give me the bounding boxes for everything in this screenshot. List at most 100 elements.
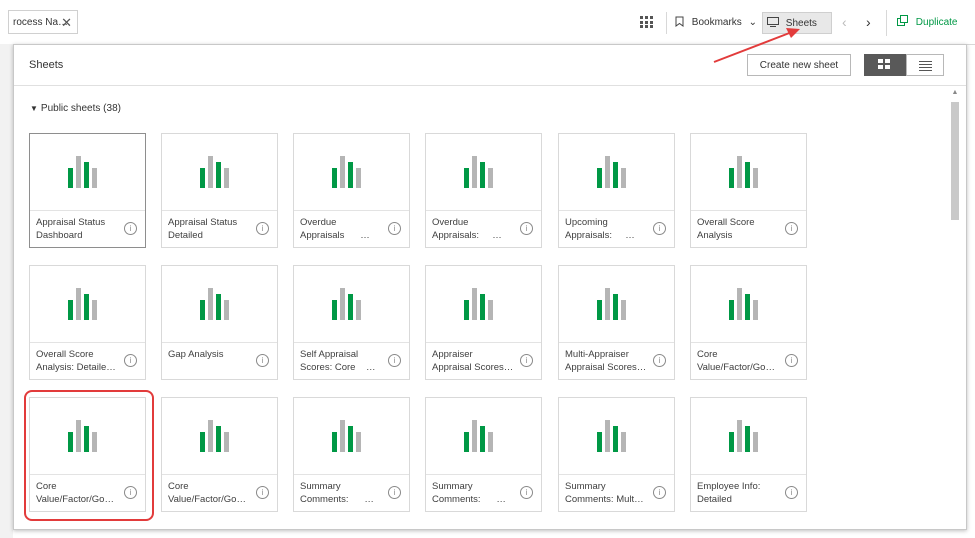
bar-chart-icon [200,288,240,320]
background-app-strip [0,44,13,538]
panel-title: Sheets [29,59,64,71]
previous-arrow-icon[interactable]: ‹ [842,14,847,30]
sheet-card[interactable]: Gap Analysis i [161,265,278,380]
bar-chart-icon [729,156,769,188]
sheet-card[interactable]: Summary Comments: Mult… i [558,397,675,512]
sheet-title: Self Appraisal Scores: Core … [300,349,376,373]
annotation-arrow [713,28,800,63]
info-icon[interactable]: i [785,222,798,235]
sheet-title: Employee Info: Detailed [697,481,761,505]
bar-chart-icon [200,420,240,452]
sheet-title: Overdue Appraisals: … [432,217,502,241]
close-icon[interactable]: ✕ [61,11,72,35]
bar-chart-icon [464,156,504,188]
sheet-thumbnail [162,134,277,211]
list-view-toggle[interactable] [906,54,944,76]
bar-chart-icon [332,156,372,188]
bar-chart-icon [729,288,769,320]
sheet-card[interactable]: Overdue Appraisals: … i [425,133,542,248]
bar-chart-icon [597,288,637,320]
info-icon[interactable]: i [520,222,533,235]
info-icon[interactable]: i [256,486,269,499]
info-icon[interactable]: i [256,222,269,235]
bar-chart-icon [464,420,504,452]
sheet-title: Upcoming Appraisals: … [565,217,635,241]
bar-chart-icon [200,156,240,188]
next-arrow-icon[interactable]: › [866,14,871,30]
info-icon[interactable]: i [388,354,401,367]
info-icon[interactable]: i [388,222,401,235]
sheet-thumbnail [294,134,409,211]
sheet-title: Appraisal Status Dashboard [36,217,106,241]
sheet-thumbnail [426,134,541,211]
sheet-card[interactable]: Overall Score Analysis: Detaile… i [29,265,146,380]
sheet-thumbnail [30,134,145,211]
sheet-card[interactable]: Upcoming Appraisals: … i [558,133,675,248]
sheet-thumbnail [559,266,674,343]
info-icon[interactable]: i [785,486,798,499]
info-icon[interactable]: i [520,486,533,499]
info-icon[interactable]: i [124,222,137,235]
sheet-card[interactable]: Appraiser Appraisal Scores… i [425,265,542,380]
info-icon[interactable]: i [124,354,137,367]
sheet-title: Summary Comments: … [432,481,506,505]
app-tab[interactable]: rocess Na… ✕ [8,10,78,34]
sheet-card[interactable]: Appraisal Status Detailed i [161,133,278,248]
sheet-title: Core Value/Factor/Go… [168,481,246,505]
sheet-card[interactable]: Overdue Appraisals … i [293,133,410,248]
info-icon[interactable]: i [256,354,269,367]
bar-chart-icon [729,420,769,452]
sheet-card[interactable]: Summary Comments: … i [293,397,410,512]
sheet-thumbnail [691,134,806,211]
info-icon[interactable]: i [785,354,798,367]
collapse-triangle-icon: ▼ [30,104,38,113]
sheet-thumbnail [30,266,145,343]
info-icon[interactable]: i [653,486,666,499]
info-icon[interactable]: i [520,354,533,367]
bar-chart-icon [68,156,108,188]
panel-header: Sheets Create new sheet [14,45,966,86]
sheet-card[interactable]: Appraisal Status Dashboard i [29,133,146,248]
sheet-card[interactable]: Self Appraisal Scores: Core … i [293,265,410,380]
sheet-title: Appraiser Appraisal Scores… [432,349,514,373]
bar-chart-icon [597,420,637,452]
sheet-title: Overall Score Analysis [697,217,755,241]
sheet-card[interactable]: Overall Score Analysis i [690,133,807,248]
sheet-thumbnail [426,266,541,343]
sheet-title: Gap Analysis [168,349,224,360]
sheet-thumbnail [559,134,674,211]
grid-view-toggle[interactable] [864,54,906,76]
sheet-card[interactable]: Core Value/Factor/Go… i [690,265,807,380]
info-icon[interactable]: i [653,354,666,367]
info-icon[interactable]: i [653,222,666,235]
sheet-thumbnail [691,266,806,343]
sheet-card[interactable]: Employee Info: Detailed i [690,397,807,512]
bar-chart-icon [597,156,637,188]
section-label: Public sheets (38) [40,103,121,114]
sheet-title: Overdue Appraisals … [300,217,370,241]
highlight-annotation [24,390,154,521]
scroll-thumb[interactable] [951,102,959,220]
sheet-thumbnail [294,266,409,343]
bar-chart-icon [332,288,372,320]
duplicate-button[interactable]: Duplicate [886,10,966,36]
sheet-title: Multi-Appraiser Appraisal Scores… [565,349,647,373]
sheet-thumbnail [162,266,277,343]
scroll-up-icon[interactable]: ▲ [950,89,960,96]
sheet-thumbnail [294,398,409,475]
sheet-card[interactable]: Summary Comments: … i [425,397,542,512]
sheet-title: Summary Comments: Mult… [565,481,644,505]
public-sheets-header[interactable]: ▼ Public sheets (38) [30,103,121,114]
sheet-card[interactable]: Multi-Appraiser Appraisal Scores… i [558,265,675,380]
sheet-thumbnail [691,398,806,475]
sheet-title: Summary Comments: … [300,481,374,505]
apps-grid-icon[interactable] [640,16,654,28]
sheet-card[interactable]: Core Value/Factor/Go… i [161,397,278,512]
bar-chart-icon [68,288,108,320]
bar-chart-icon [464,288,504,320]
sheet-title: Core Value/Factor/Go… [697,349,775,373]
info-icon[interactable]: i [388,486,401,499]
scrollbar[interactable]: ▲ [950,89,960,525]
top-toolbar: rocess Na… ✕ Bookmarks ⌄ Sheets ⌄ ‹ › Du… [0,0,975,51]
duplicate-icon [897,15,908,26]
